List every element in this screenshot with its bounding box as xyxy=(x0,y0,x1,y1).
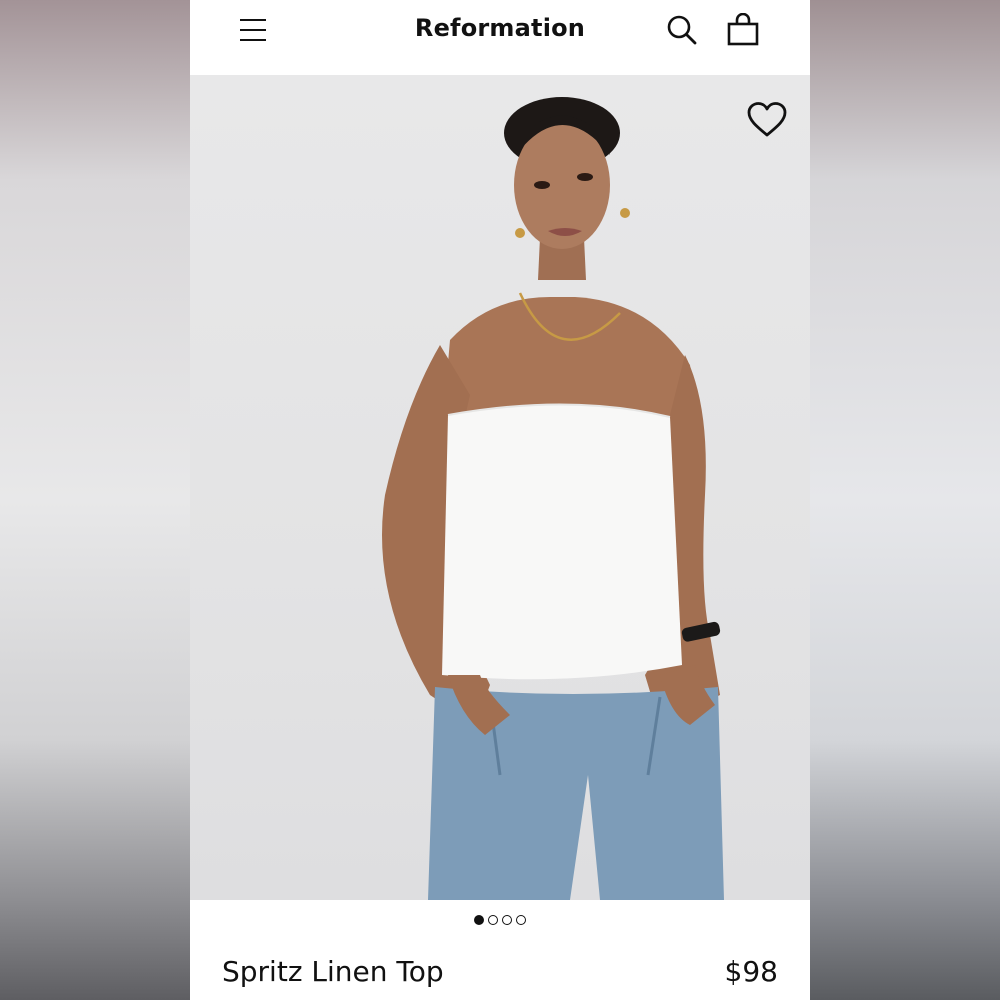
shopping-bag-icon xyxy=(727,12,759,46)
backdrop-left-blur xyxy=(0,0,190,1000)
product-price: $98 xyxy=(724,955,778,988)
phone-screen: Reformation Spritz Linen Top $98 xyxy=(190,0,810,1000)
top-navigation-bar: Reformation xyxy=(190,0,810,75)
carousel-dot-3[interactable] xyxy=(502,915,512,925)
product-image[interactable] xyxy=(190,75,810,900)
backdrop-right-blur xyxy=(810,0,1000,1000)
shopping-bag-button[interactable] xyxy=(726,12,760,47)
search-button[interactable] xyxy=(665,13,699,47)
carousel-dot-1[interactable] xyxy=(474,915,484,925)
search-icon xyxy=(667,15,697,45)
carousel-dot-2[interactable] xyxy=(488,915,498,925)
favorite-button[interactable] xyxy=(746,101,788,139)
product-name: Spritz Linen Top xyxy=(222,955,444,988)
carousel-dot-4[interactable] xyxy=(516,915,526,925)
model-illustration xyxy=(382,97,724,900)
carousel-indicator xyxy=(190,910,810,930)
heart-icon xyxy=(747,102,787,137)
brand-logo[interactable]: Reformation xyxy=(190,14,810,42)
